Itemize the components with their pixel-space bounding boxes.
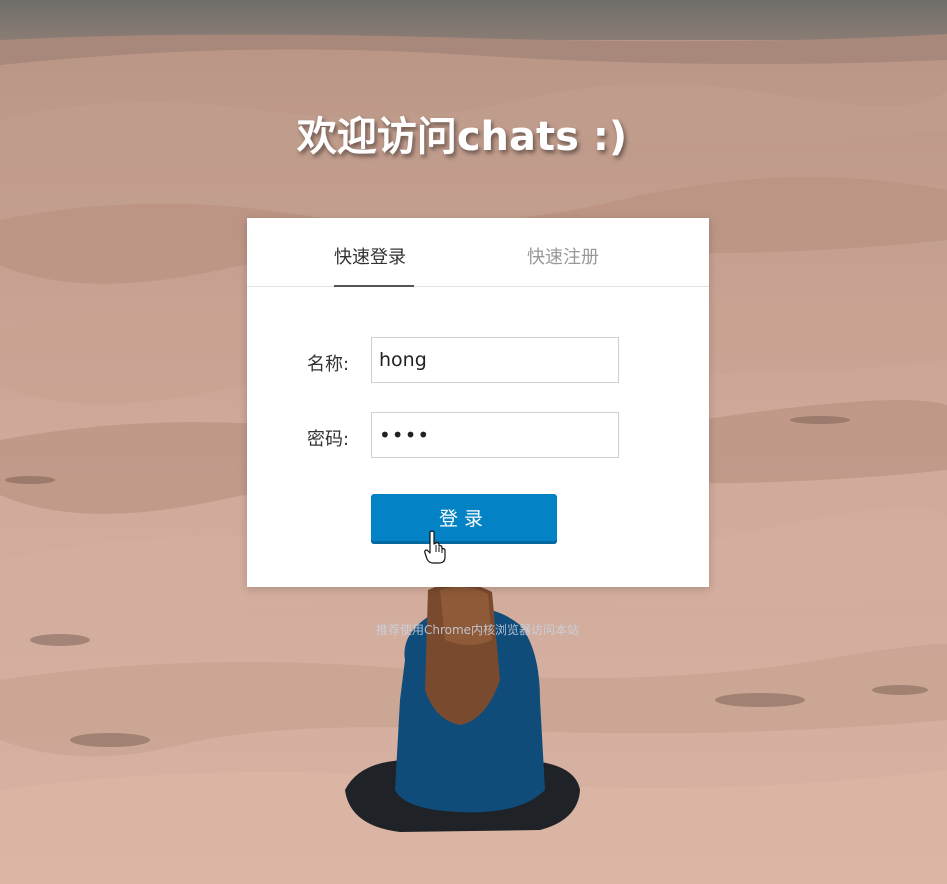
- login-button[interactable]: 登录: [371, 494, 557, 544]
- name-input[interactable]: hong: [371, 337, 619, 383]
- password-input-value: ••••: [379, 423, 431, 447]
- login-page: 欢迎访问chats :) 快速登录 快速注册 名称: hong 密码: ••••…: [0, 0, 947, 884]
- name-label: 名称:: [307, 354, 350, 375]
- hand-pointer-icon: [424, 530, 446, 564]
- tab-bar: 快速登录 快速注册: [247, 218, 709, 287]
- name-input-value: hong: [379, 349, 427, 371]
- active-tab-indicator: [334, 285, 414, 287]
- browser-recommendation-note: 推荐使用Chrome内核浏览器访问本站: [375, 623, 580, 637]
- tab-quick-login[interactable]: 快速登录: [334, 246, 406, 270]
- password-input[interactable]: ••••: [371, 412, 619, 458]
- login-panel: 快速登录 快速注册 名称: hong 密码: •••• 登录: [247, 218, 709, 587]
- password-label: 密码:: [307, 429, 350, 450]
- page-title: 欢迎访问chats :): [296, 114, 628, 160]
- tab-quick-register[interactable]: 快速注册: [527, 246, 599, 270]
